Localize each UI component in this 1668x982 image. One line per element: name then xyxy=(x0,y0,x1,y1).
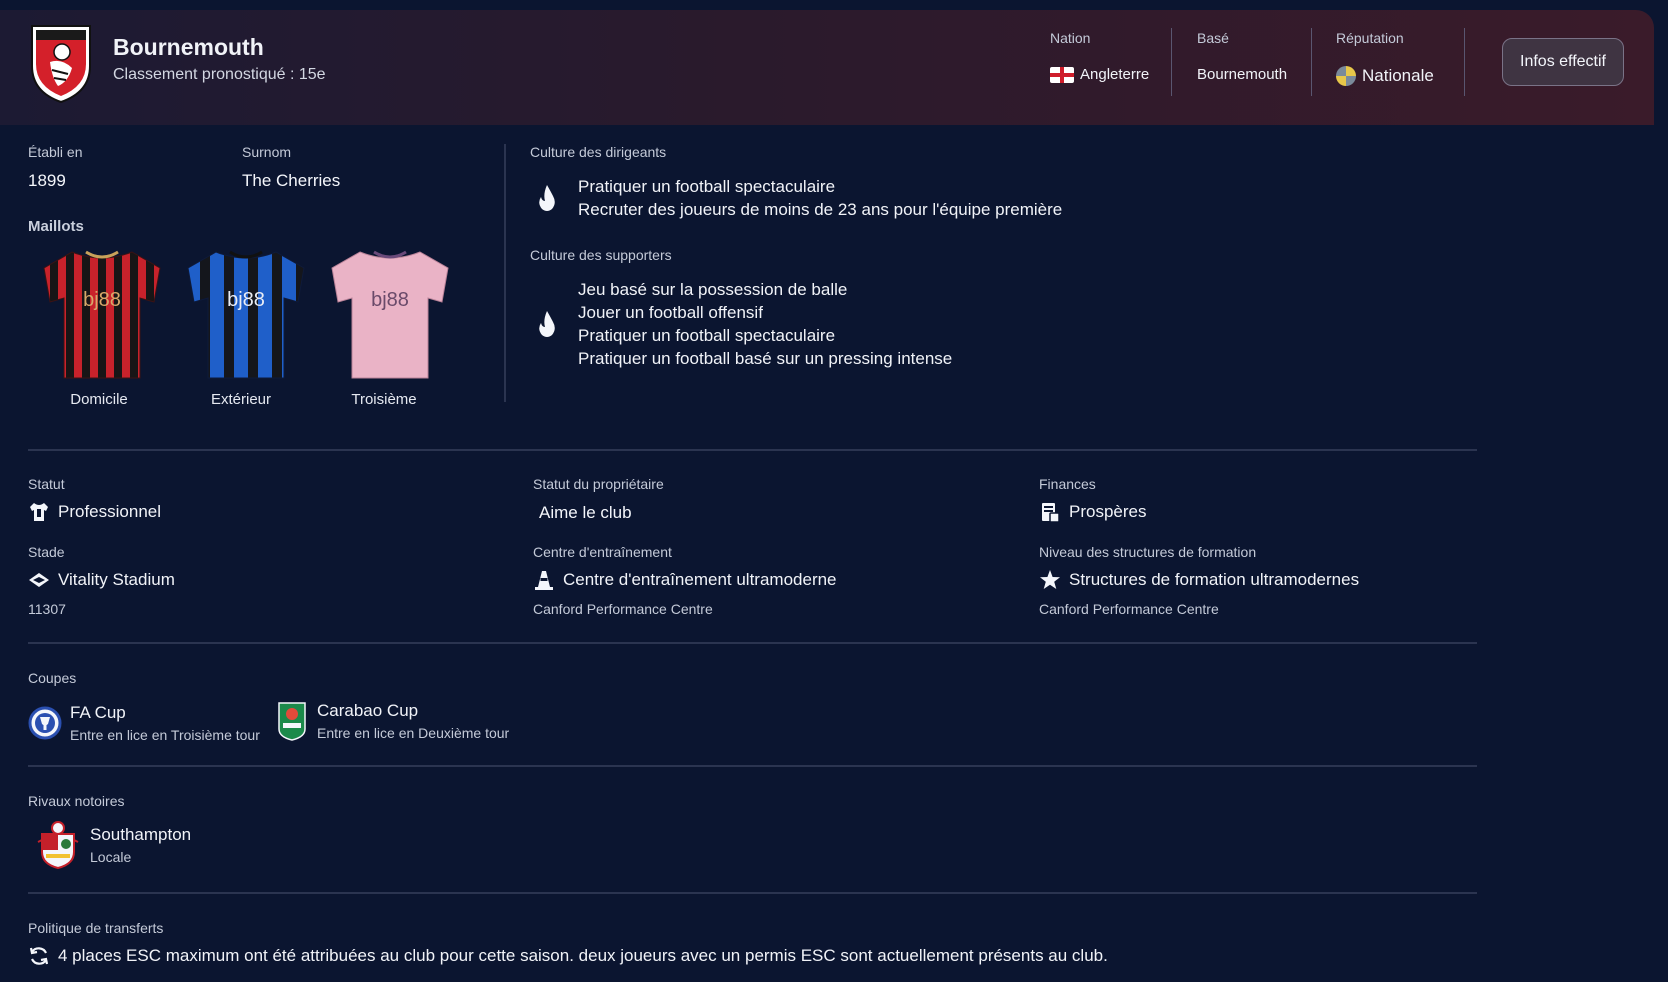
predicted-position: Classement pronostiqué : 15e xyxy=(113,66,326,83)
ledger-icon xyxy=(1039,501,1061,523)
section-divider xyxy=(28,449,1477,451)
section-divider xyxy=(28,642,1477,644)
transfer-policy-value: 4 places ESC maximum ont été attribuées … xyxy=(58,946,1108,965)
cup-name: FA Cup xyxy=(70,703,126,722)
nation-text: Angleterre xyxy=(1080,66,1150,83)
cups-label: Coupes xyxy=(28,670,77,686)
away-kit-image[interactable]: bj88 xyxy=(186,246,306,382)
transfer-policy-text: 4 places ESC maximum ont été attribuées … xyxy=(28,945,1108,967)
club-header: Bournemouth Classement pronostiqué : 15e… xyxy=(0,10,1654,125)
third-kit-label: Troisième xyxy=(351,391,417,408)
nickname-label: Surnom xyxy=(242,144,292,160)
finances-label: Finances xyxy=(1039,476,1096,492)
cone-icon xyxy=(533,569,555,591)
status-value: Professionnel xyxy=(28,501,161,523)
home-kit-image[interactable]: bj88 xyxy=(42,246,162,382)
cup-name: Carabao Cup xyxy=(317,701,419,720)
bournemouth-crest-icon xyxy=(31,25,91,104)
section-divider xyxy=(28,765,1477,767)
training-text: Centre d'entraînement ultramoderne xyxy=(563,570,837,589)
supporters-culture-item: Jouer un football offensif xyxy=(578,303,763,322)
reputation-value: Nationale xyxy=(1336,66,1434,86)
stadium-text: Vitality Stadium xyxy=(58,570,175,589)
cup-entry: Entre en lice en Deuxième tour xyxy=(317,725,510,741)
cup-entry: Entre en lice en Troisième tour xyxy=(70,727,260,743)
cup-item-fa-cup[interactable]: FA Cup Entre en lice en Troisième tour xyxy=(28,703,260,743)
home-kit-label: Domicile xyxy=(70,391,128,408)
squad-info-button[interactable]: Infos effectif xyxy=(1502,38,1624,86)
transfer-policy-label: Politique de transferts xyxy=(28,920,164,936)
youth-facilities-label: Niveau des structures de formation xyxy=(1039,544,1257,560)
third-kit-image[interactable]: bj88 xyxy=(330,246,450,382)
youth-facilities-text: Structures de formation ultramodernes xyxy=(1069,570,1360,589)
board-culture-item: Recruter des joueurs de moins de 23 ans … xyxy=(578,200,1063,219)
away-kit-sponsor: bj88 xyxy=(227,289,265,311)
stadium-capacity: 11307 xyxy=(28,601,66,617)
founded-label: Établi en xyxy=(28,144,83,160)
training-label: Centre d'entraînement xyxy=(533,544,672,560)
owner-status-value: Aime le club xyxy=(539,503,632,522)
nation-label: Nation xyxy=(1050,30,1091,46)
status-label: Statut xyxy=(28,476,65,492)
training-value: Centre d'entraînement ultramoderne xyxy=(533,569,837,591)
supporters-culture-item: Pratiquer un football basé sur un pressi… xyxy=(578,349,953,368)
home-kit-sponsor: bj88 xyxy=(83,289,121,311)
header-separator xyxy=(1464,28,1465,96)
based-value: Bournemouth xyxy=(1197,66,1288,83)
based-label: Basé xyxy=(1197,30,1229,46)
shirt-icon xyxy=(28,501,50,523)
section-divider xyxy=(28,892,1477,894)
founded-value: 1899 xyxy=(28,171,66,190)
finances-value: Prospères xyxy=(1039,501,1146,523)
nickname-value: The Cherries xyxy=(242,171,341,190)
supporters-culture-list: Jeu basé sur la possession de balle Joue… xyxy=(578,278,952,370)
based-column: Basé Bournemouth xyxy=(1197,30,1287,83)
rival-type: Locale xyxy=(90,849,132,865)
carabao-cup-badge-icon xyxy=(278,702,306,741)
flame-icon xyxy=(539,311,555,337)
third-kit-sponsor: bj88 xyxy=(371,289,409,311)
rival-item-southampton[interactable]: Southampton Locale xyxy=(36,820,191,870)
reputation-text: Nationale xyxy=(1362,66,1434,85)
reputation-column: Réputation Nationale xyxy=(1336,30,1434,86)
reputation-label: Réputation xyxy=(1336,30,1404,46)
cup-item-carabao-cup[interactable]: Carabao Cup Entre en lice en Deuxième to… xyxy=(277,701,509,741)
youth-centre-name: Canford Performance Centre xyxy=(1039,601,1219,617)
owner-status-label: Statut du propriétaire xyxy=(533,476,664,492)
england-flag-icon xyxy=(1050,66,1074,83)
nation-column: Nation Angleterre xyxy=(1050,30,1149,83)
header-separator xyxy=(1171,28,1172,96)
finances-text: Prospères xyxy=(1069,502,1147,521)
training-centre-name: Canford Performance Centre xyxy=(533,601,713,617)
supporters-culture-item: Pratiquer un football spectaculaire xyxy=(578,326,836,345)
stadium-label: Stade xyxy=(28,544,65,560)
away-kit-label: Extérieur xyxy=(210,391,272,408)
status-text: Professionnel xyxy=(58,502,162,521)
stadium-icon xyxy=(28,569,50,591)
star-icon xyxy=(1039,569,1061,591)
supporters-culture-label: Culture des supporters xyxy=(530,247,672,263)
flame-icon xyxy=(539,185,555,211)
board-culture-item: Pratiquer un football spectaculaire xyxy=(578,177,836,196)
board-culture-list: Pratiquer un football spectaculaire Recr… xyxy=(578,175,1062,221)
stadium-value: Vitality Stadium xyxy=(28,569,175,591)
southampton-crest-icon xyxy=(37,821,79,870)
fa-cup-badge-icon xyxy=(28,706,62,740)
reputation-globe-icon xyxy=(1336,66,1356,86)
rivals-label: Rivaux notoires xyxy=(28,793,125,809)
supporters-culture-item: Jeu basé sur la possession de balle xyxy=(578,280,848,299)
rival-name: Southampton xyxy=(90,825,192,844)
kits-label: Maillots xyxy=(28,218,84,235)
board-culture-label: Culture des dirigeants xyxy=(530,144,667,160)
info-vertical-divider xyxy=(504,144,506,402)
youth-facilities-value: Structures de formation ultramodernes xyxy=(1039,569,1359,591)
header-separator xyxy=(1311,28,1312,96)
club-name: Bournemouth xyxy=(113,34,264,60)
refresh-icon xyxy=(28,945,50,967)
nation-value[interactable]: Angleterre xyxy=(1050,66,1149,83)
